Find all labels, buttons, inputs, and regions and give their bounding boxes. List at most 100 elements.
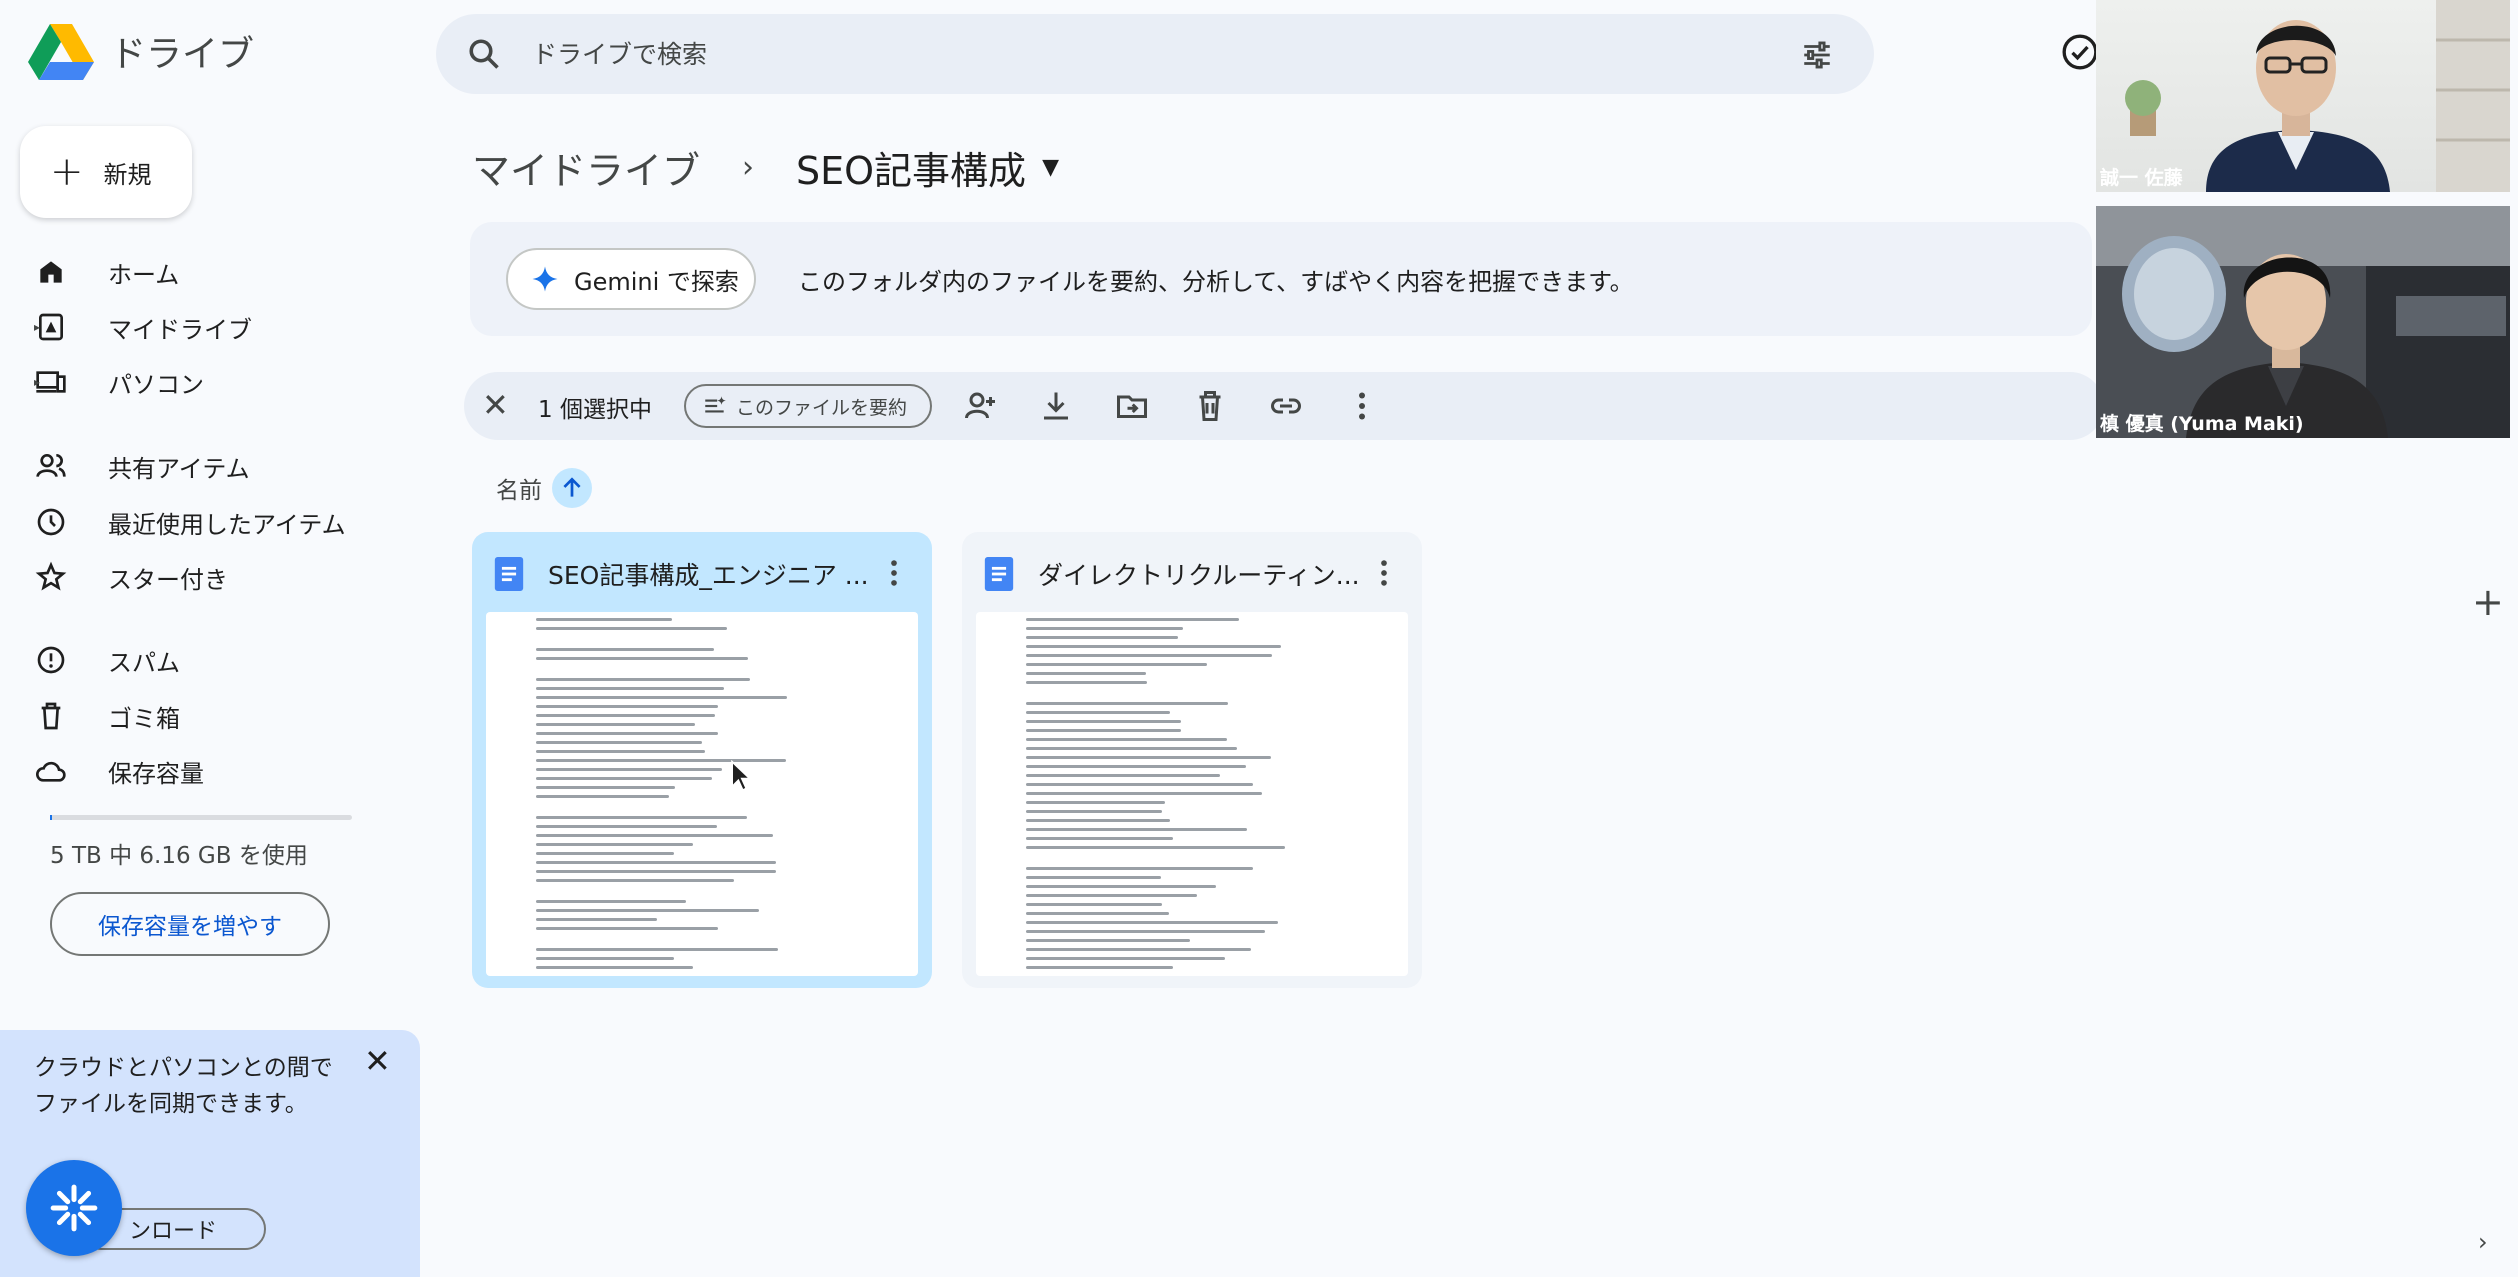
thumbnail-text-line	[536, 714, 715, 717]
move-to-folder-icon[interactable]	[1114, 388, 1150, 424]
mouse-cursor-icon	[731, 760, 752, 792]
sidebar: ドライブ + 新規 ホーム ▸ マイドライブ ▸ パソコン 共有アイテム 最近使…	[0, 0, 430, 1277]
sort-ascending-icon[interactable]	[552, 468, 592, 508]
expand-caret-icon[interactable]: ▸	[34, 375, 40, 389]
thumbnail-text-line	[1026, 930, 1266, 933]
thumbnail-text-line	[1026, 819, 1170, 822]
selection-count: 1 個選択中	[538, 397, 652, 423]
file-name: SEO記事構成_エンジニア ...	[548, 561, 869, 590]
expand-side-panel-icon[interactable]: ›	[2478, 1228, 2488, 1256]
thumbnail-text-line	[1026, 921, 1278, 924]
more-actions-icon[interactable]	[1344, 388, 1380, 424]
breadcrumb: マイドライブ › SEO記事構成 ▼	[472, 140, 1059, 195]
thumbnail-text-line	[1026, 957, 1226, 960]
thumbnail-text-line	[1026, 774, 1221, 777]
sync-promo-text: クラウドとパソコンとの間でファイルを同期できます。	[34, 1055, 333, 1117]
sort-by-name[interactable]: 名前	[496, 468, 592, 508]
sidebar-item-label: ホーム	[108, 260, 180, 289]
close-icon[interactable]: ✕	[364, 1042, 391, 1080]
recent-icon	[34, 505, 68, 539]
thumbnail-text-line	[536, 777, 713, 780]
thumbnail-text-line	[1026, 903, 1162, 906]
thumbnail-text-line	[1026, 783, 1253, 786]
file-more-icon[interactable]	[884, 556, 904, 590]
sidebar-item-shared[interactable]: 共有アイテム	[34, 440, 414, 492]
new-button[interactable]: + 新規	[20, 126, 192, 218]
thumbnail-text-line	[536, 861, 777, 864]
sidebar-item-recent[interactable]: 最近使用したアイテム	[34, 496, 414, 548]
delete-icon[interactable]	[1192, 388, 1228, 424]
thumbnail-text-line	[1026, 654, 1272, 657]
drive-logo[interactable]: ドライブ	[28, 22, 254, 80]
file-more-icon[interactable]	[1374, 556, 1394, 590]
sidebar-item-spam[interactable]: スパム	[34, 634, 414, 686]
gemini-explore-button[interactable]: Gemini で探索	[506, 248, 756, 310]
file-card[interactable]: SEO記事構成_エンジニア ...	[472, 532, 932, 988]
thumbnail-text-line	[536, 750, 706, 753]
sidebar-item-computers[interactable]: ▸ パソコン	[34, 356, 414, 408]
thumbnail-text-line	[1026, 645, 1282, 648]
sidebar-item-storage[interactable]: 保存容量	[34, 745, 414, 797]
breadcrumb-current[interactable]: SEO記事構成	[796, 140, 1026, 195]
assistant-fab-button[interactable]	[26, 1160, 122, 1256]
participant-video-feed	[2096, 206, 2510, 438]
gemini-sparkle-icon	[532, 266, 558, 292]
copy-link-icon[interactable]	[1268, 388, 1304, 424]
folder-menu-dropdown-icon[interactable]: ▼	[1042, 155, 1059, 180]
summarize-icon	[705, 396, 726, 413]
participant-name: 誠一 佐藤	[2100, 167, 2183, 189]
clear-selection-icon[interactable]: ✕	[482, 386, 509, 424]
thumbnail-text-line	[1026, 747, 1238, 750]
thumbnail-text-line	[1026, 846, 1286, 849]
get-more-storage-button[interactable]: 保存容量を増やす	[50, 892, 330, 956]
thumbnail-text-line	[536, 825, 718, 828]
cloud-icon	[34, 754, 68, 788]
thumbnail-text-line	[536, 627, 727, 630]
thumbnail-text-line	[536, 795, 669, 798]
summarize-file-button[interactable]: このファイルを要約	[684, 384, 932, 428]
search-input[interactable]	[532, 30, 1732, 78]
thumbnail-text-line	[1026, 702, 1228, 705]
thumbnail-text-line	[1026, 627, 1184, 630]
thumbnail-text-line	[1026, 756, 1271, 759]
thumbnail-text-line	[536, 834, 774, 837]
thumbnail-text-line	[536, 816, 747, 819]
thumbnail-text-line	[1026, 672, 1147, 675]
thumbnail-text-line	[1026, 966, 1173, 969]
breadcrumb-root[interactable]: マイドライブ	[472, 140, 700, 195]
ready-for-offline-icon[interactable]	[2060, 32, 2100, 72]
thumbnail-text-line	[1026, 885, 1216, 888]
sidebar-item-home[interactable]: ホーム	[34, 246, 414, 298]
file-card[interactable]: ダイレクトリクルーティン...	[962, 532, 1422, 988]
file-card-header: ダイレクトリクルーティン...	[984, 556, 1404, 592]
thumbnail-text-line	[1026, 765, 1246, 768]
thumbnail-text-line	[1026, 729, 1181, 732]
file-thumbnail	[486, 612, 918, 976]
thumbnail-text-line	[1026, 738, 1227, 741]
expand-caret-icon[interactable]: ▸	[34, 320, 40, 334]
file-name: ダイレクトリクルーティン...	[1038, 561, 1360, 590]
shared-icon	[34, 449, 68, 483]
share-person-add-icon[interactable]	[962, 388, 998, 424]
thumbnail-text-line	[1026, 681, 1147, 684]
thumbnail-text-line	[536, 909, 760, 912]
file-card-header: SEO記事構成_エンジニア ...	[494, 556, 914, 592]
sidebar-item-label: 保存容量	[108, 759, 204, 788]
sidebar-item-label: マイドライブ	[108, 315, 252, 344]
thumbnail-text-line	[536, 657, 749, 660]
summarize-label: このファイルを要約	[736, 396, 908, 419]
search-icon[interactable]	[466, 36, 502, 72]
sidebar-item-trash[interactable]: ゴミ箱	[34, 690, 414, 742]
file-thumbnail	[976, 612, 1408, 976]
add-side-panel-icon[interactable]: +	[2472, 580, 2504, 624]
search-options-icon[interactable]	[1800, 38, 1834, 72]
thumbnail-text-line	[1026, 828, 1248, 831]
sidebar-item-label: ゴミ箱	[108, 704, 180, 733]
thumbnail-text-line	[536, 918, 657, 921]
sidebar-item-label: 最近使用したアイテム	[108, 510, 346, 539]
download-icon[interactable]	[1038, 388, 1074, 424]
thumbnail-text-line	[536, 966, 694, 969]
sidebar-item-starred[interactable]: スター付き	[34, 551, 414, 603]
thumbnail-text-line	[1026, 810, 1162, 813]
sidebar-item-my-drive[interactable]: ▸ マイドライブ	[34, 301, 414, 353]
